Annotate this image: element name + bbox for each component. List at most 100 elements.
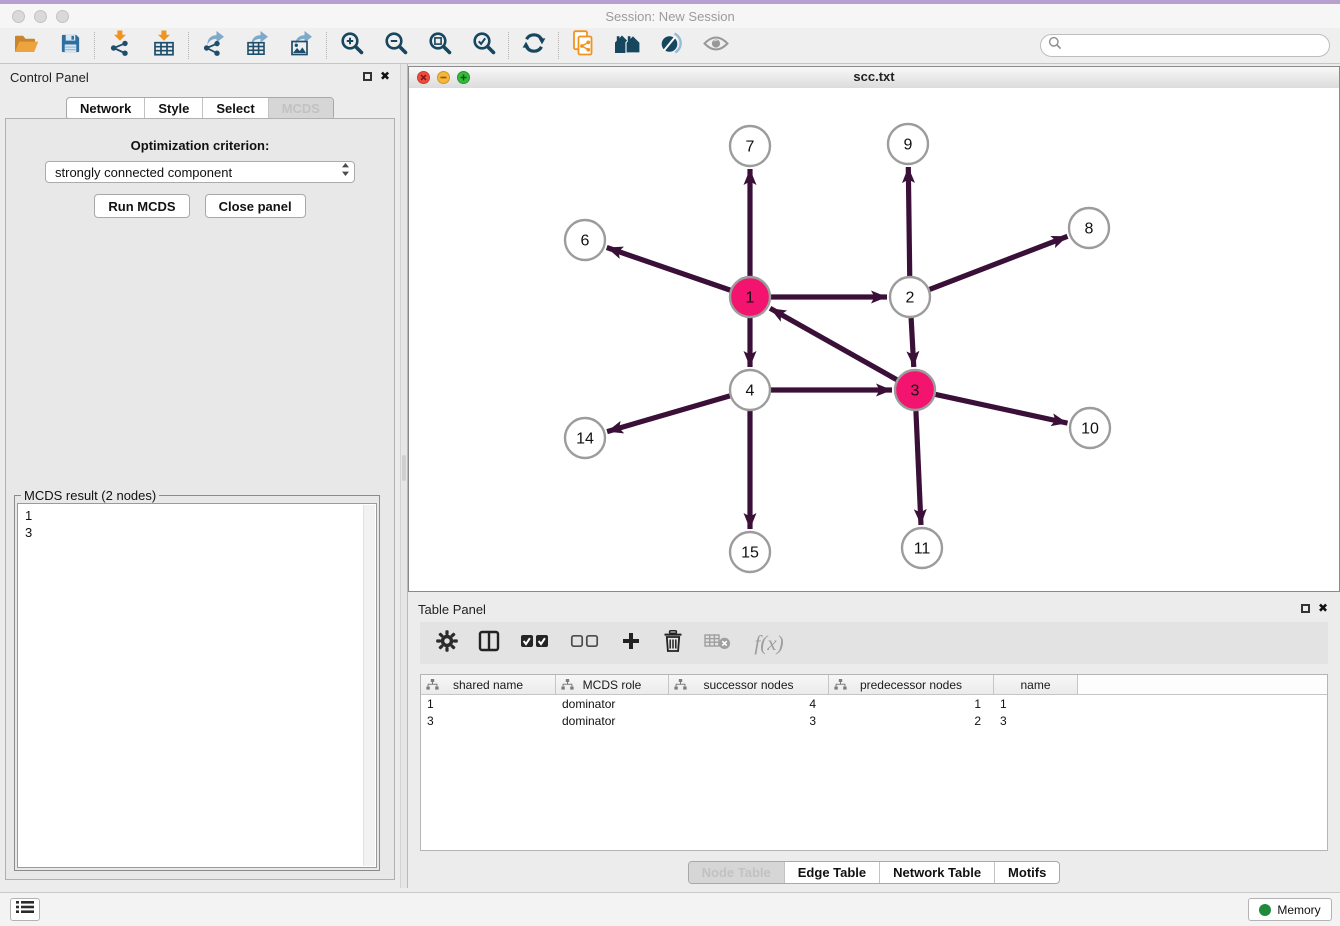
search-field[interactable] bbox=[1040, 34, 1330, 57]
toolbar-separator bbox=[188, 32, 190, 59]
import-network-icon bbox=[109, 30, 131, 61]
node-7[interactable]: 7 bbox=[730, 126, 770, 166]
run-mcds-button[interactable]: Run MCDS bbox=[94, 194, 189, 218]
node-4[interactable]: 4 bbox=[730, 370, 770, 410]
node-3[interactable]: 3 bbox=[895, 370, 935, 410]
edge-2-9[interactable] bbox=[908, 167, 909, 276]
edge-1-6[interactable] bbox=[607, 248, 730, 291]
column-header-shared-name[interactable]: shared name bbox=[421, 675, 556, 694]
table-cell[interactable]: 3 bbox=[994, 714, 1078, 728]
table-cell[interactable]: dominator bbox=[556, 697, 669, 711]
column-type-icon bbox=[674, 679, 687, 693]
export-image-icon bbox=[290, 30, 314, 61]
edge-3-10[interactable] bbox=[936, 394, 1068, 423]
table-cell[interactable]: dominator bbox=[556, 714, 669, 728]
eye-icon bbox=[703, 35, 729, 57]
table-cell[interactable]: 1 bbox=[421, 697, 556, 711]
column-header-successor-nodes[interactable]: successor nodes bbox=[669, 675, 829, 694]
export-table-button[interactable] bbox=[236, 30, 280, 62]
panel-splitter[interactable] bbox=[400, 64, 408, 888]
first-neighbors-button[interactable] bbox=[606, 30, 650, 62]
delete-table-button[interactable] bbox=[703, 631, 731, 655]
edge-3-11[interactable] bbox=[916, 411, 921, 525]
node-9[interactable]: 9 bbox=[888, 124, 928, 164]
export-table-icon bbox=[246, 30, 270, 61]
float-panel-icon[interactable] bbox=[363, 72, 372, 81]
export-network-button[interactable] bbox=[192, 30, 236, 62]
node-6[interactable]: 6 bbox=[565, 220, 605, 260]
zoom-selected-button[interactable] bbox=[462, 30, 506, 62]
result-scrollbar[interactable] bbox=[363, 505, 375, 866]
node-2[interactable]: 2 bbox=[890, 277, 930, 317]
zoom-in-button[interactable] bbox=[330, 30, 374, 62]
tab-style[interactable]: Style bbox=[144, 98, 202, 119]
table-cell[interactable]: 1 bbox=[994, 697, 1078, 711]
toolbar-separator bbox=[94, 32, 96, 59]
close-panel-icon[interactable]: ✖ bbox=[380, 69, 390, 83]
table-cell[interactable]: 3 bbox=[669, 714, 829, 728]
table-cell[interactable]: 2 bbox=[829, 714, 994, 728]
zoom-out-button[interactable] bbox=[374, 30, 418, 62]
close-panel-button[interactable]: Close panel bbox=[205, 194, 306, 218]
function-builder-button[interactable]: f(x) bbox=[749, 631, 789, 655]
float-table-panel-icon[interactable] bbox=[1301, 604, 1310, 613]
save-floppy-icon bbox=[59, 32, 82, 60]
column-type-icon bbox=[561, 679, 574, 693]
tab-select[interactable]: Select bbox=[202, 98, 267, 119]
new-network-from-selection-button[interactable] bbox=[562, 30, 606, 62]
zoom-fit-button[interactable] bbox=[418, 30, 462, 62]
show-hide-preview-button[interactable] bbox=[694, 30, 738, 62]
export-image-button[interactable] bbox=[280, 30, 324, 62]
splitter-handle[interactable] bbox=[402, 455, 406, 481]
tab-edge-table[interactable]: Edge Table bbox=[784, 862, 879, 883]
node-8[interactable]: 8 bbox=[1069, 208, 1109, 248]
delete-table-icon bbox=[704, 632, 731, 655]
select-all-columns-button[interactable] bbox=[519, 631, 551, 655]
table-row[interactable]: 3dominator323 bbox=[421, 712, 1327, 729]
search-input[interactable] bbox=[1062, 35, 1329, 56]
show-columns-button[interactable] bbox=[477, 631, 501, 655]
tab-motifs[interactable]: Motifs bbox=[994, 862, 1059, 883]
node-10[interactable]: 10 bbox=[1070, 408, 1110, 448]
table-panel-title: Table Panel bbox=[418, 602, 486, 617]
table-cell[interactable]: 4 bbox=[669, 697, 829, 711]
column-header-name[interactable]: name bbox=[994, 675, 1078, 694]
create-column-button[interactable] bbox=[619, 631, 643, 655]
node-11[interactable]: 11 bbox=[902, 528, 942, 568]
gear-icon bbox=[436, 630, 458, 657]
column-header-predecessor-nodes[interactable]: predecessor nodes bbox=[829, 675, 994, 694]
task-history-button[interactable] bbox=[10, 898, 40, 921]
optimization-criterion-select[interactable]: strongly connected component bbox=[45, 161, 355, 183]
table-cell[interactable]: 1 bbox=[829, 697, 994, 711]
delete-column-button[interactable] bbox=[661, 631, 685, 655]
close-table-panel-icon[interactable]: ✖ bbox=[1318, 601, 1328, 615]
table-row[interactable]: 1dominator411 bbox=[421, 695, 1327, 712]
tab-network[interactable]: Network bbox=[67, 98, 144, 119]
tab-mcds[interactable]: MCDS bbox=[268, 98, 333, 119]
table-cell[interactable]: 3 bbox=[421, 714, 556, 728]
network-canvas[interactable]: 7 9 6 8 1 2 3 4 14 10 15 11 bbox=[409, 88, 1339, 591]
refresh-button[interactable] bbox=[512, 30, 556, 62]
save-session-button[interactable] bbox=[48, 30, 92, 62]
import-network-button[interactable] bbox=[98, 30, 142, 62]
svg-text:7: 7 bbox=[746, 139, 755, 156]
node-15[interactable]: 15 bbox=[730, 532, 770, 572]
node-14[interactable]: 14 bbox=[565, 418, 605, 458]
edge-2-3[interactable] bbox=[911, 318, 914, 367]
import-table-button[interactable] bbox=[142, 30, 186, 62]
column-header-mcds-role[interactable]: MCDS role bbox=[556, 675, 669, 694]
zoom-in-icon bbox=[340, 31, 364, 60]
edge-2-8[interactable] bbox=[930, 236, 1068, 289]
tab-network-table[interactable]: Network Table bbox=[879, 862, 994, 883]
memory-button[interactable]: Memory bbox=[1248, 898, 1332, 921]
edge-3-1[interactable] bbox=[770, 308, 897, 379]
open-file-button[interactable] bbox=[4, 30, 48, 62]
mcds-result-area[interactable]: 1 3 bbox=[17, 503, 377, 868]
memory-status-icon bbox=[1259, 904, 1271, 916]
edge-4-14[interactable] bbox=[607, 396, 730, 432]
show-hide-graphics-details-button[interactable] bbox=[650, 30, 694, 62]
table-settings-button[interactable] bbox=[435, 631, 459, 655]
unselect-all-columns-button[interactable] bbox=[569, 631, 601, 655]
tab-node-table[interactable]: Node Table bbox=[689, 862, 784, 883]
node-1[interactable]: 1 bbox=[730, 277, 770, 317]
